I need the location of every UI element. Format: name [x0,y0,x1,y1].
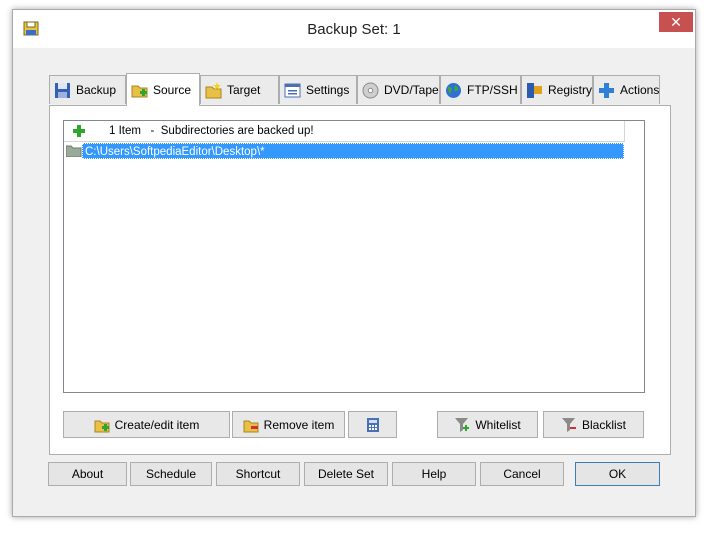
tab-dvd-tape[interactable]: DVD/Tape [357,75,440,104]
list-item[interactable]: C:\Users\SoftpediaEditor\Desktop\* [66,143,626,159]
source-panel: 1 Item - Subdirectories are backed up! C… [49,105,671,455]
tab-backup[interactable]: Backup [49,75,126,104]
filter-whitelist-icon [455,417,470,432]
shortcut-button[interactable]: Shortcut [216,462,300,486]
calculator-icon [366,417,379,432]
floppy-disk-icon [55,82,70,98]
list-item-path: C:\Users\SoftpediaEditor\Desktop\* [82,143,624,159]
folder-icon [66,145,82,157]
tab-source[interactable]: Source [126,73,200,106]
folder-remove-icon [243,420,259,432]
tab-registry-label: Registry [548,83,593,97]
backup-set-window: Backup Set: 1 ✕ Backup Source Target Set… [12,9,696,517]
delete-set-button[interactable]: Delete Set [304,462,388,486]
tab-actions[interactable]: Actions [593,75,660,104]
plus-icon [599,82,614,98]
disc-icon [362,82,379,98]
title-bar: Backup Set: 1 ✕ [13,10,695,48]
folder-add-icon [94,420,110,432]
close-button[interactable]: ✕ [659,12,693,32]
create-edit-item-label: Create/edit item [114,417,200,432]
tab-settings-label: Settings [306,83,350,97]
add-icon [73,125,85,137]
whitelist-label: Whitelist [475,417,521,432]
calculator-button[interactable] [348,411,397,438]
remove-item-label: Remove item [263,417,335,432]
tab-source-label: Source [153,83,192,97]
close-icon: ✕ [670,14,682,30]
tab-dvd-tape-label: DVD/Tape [384,83,439,97]
tab-actions-label: Actions [620,83,660,97]
cancel-button[interactable]: Cancel [480,462,564,486]
folder-add-icon [131,85,148,97]
tab-target[interactable]: Target [200,75,279,104]
tab-registry[interactable]: Registry [521,75,593,104]
about-button[interactable]: About [48,462,127,486]
list-header[interactable]: 1 Item - Subdirectories are backed up! [64,121,625,142]
tab-settings[interactable]: Settings [279,75,357,104]
blacklist-button[interactable]: Blacklist [543,411,644,438]
help-button[interactable]: Help [392,462,476,486]
blacklist-label: Blacklist [581,417,626,432]
folder-star-icon [205,81,222,98]
ok-button[interactable]: OK [575,462,660,486]
tab-backup-label: Backup [76,83,117,97]
create-edit-item-button[interactable]: Create/edit item [63,411,230,438]
remove-item-button[interactable]: Remove item [232,411,345,438]
window-title: Backup Set: 1 [307,21,401,38]
whitelist-button[interactable]: Whitelist [437,411,538,438]
tab-ftp-ssh-label: FTP/SSH [467,83,518,97]
globe-icon [446,82,461,98]
source-list[interactable]: 1 Item - Subdirectories are backed up! C… [63,120,645,393]
tab-target-label: Target [227,83,261,97]
schedule-button[interactable]: Schedule [130,462,212,486]
tab-ftp-ssh[interactable]: FTP/SSH [440,75,521,104]
list-header-text: 1 Item - Subdirectories are backed up! [109,125,314,137]
settings-window-icon [284,83,301,97]
filter-blacklist-icon [561,417,576,432]
registry-icon [527,82,542,98]
